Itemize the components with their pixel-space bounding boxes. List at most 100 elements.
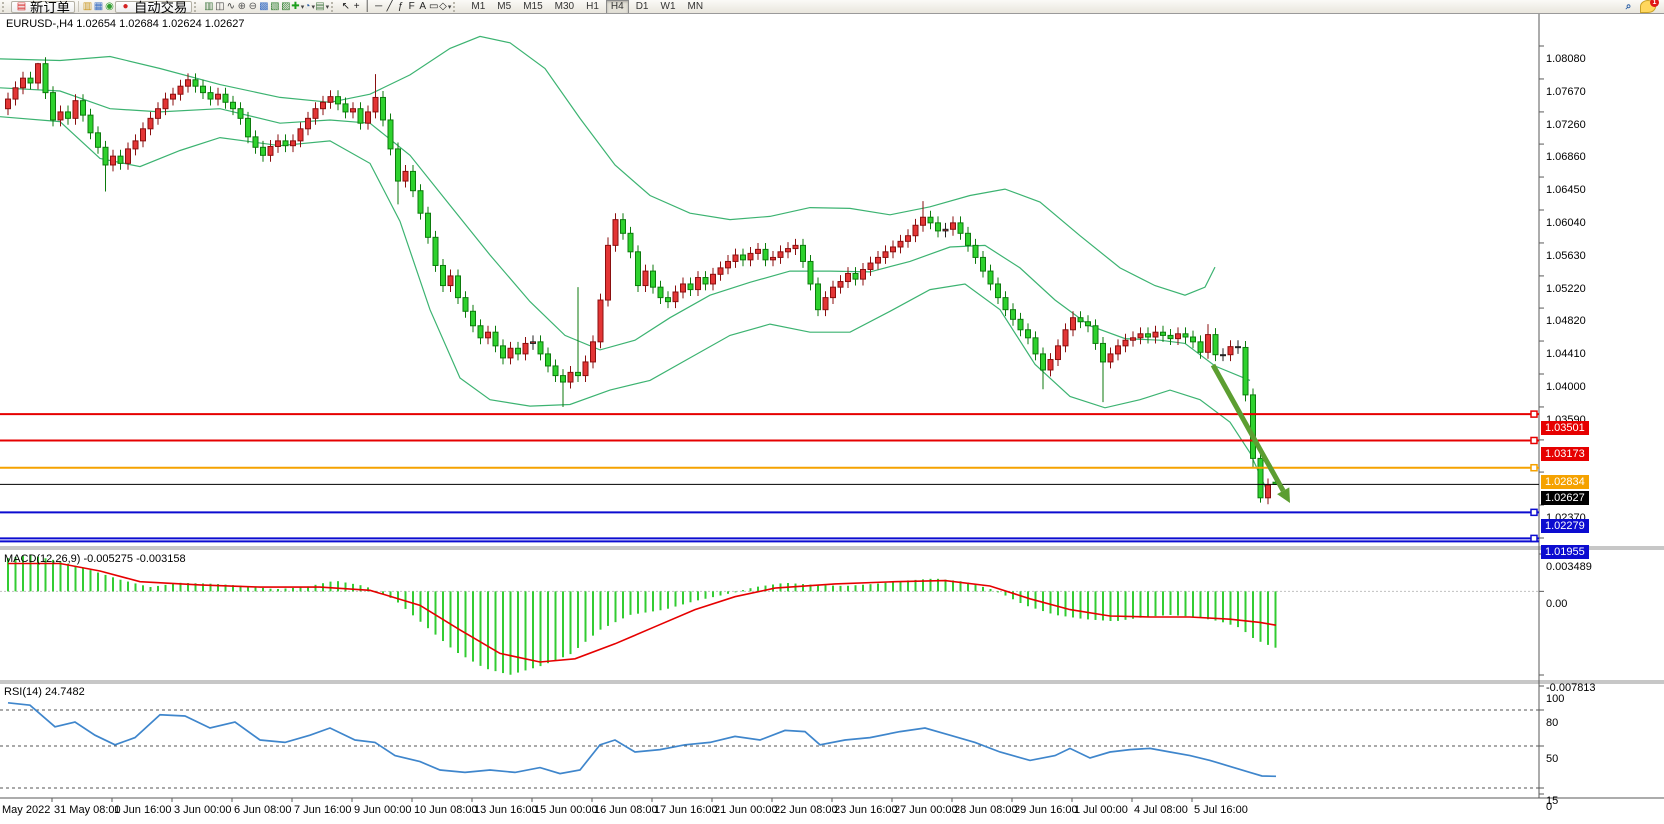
date-tick-label: 5 Jul 16:00	[1194, 804, 1248, 816]
price-line-label[interactable]: 1.02627	[1541, 491, 1589, 505]
horizontal-line-icon[interactable]: ─	[373, 1, 384, 12]
price-line-label[interactable]: 1.03173	[1541, 447, 1589, 461]
new-order-button[interactable]: ▤ 新订单	[11, 1, 75, 13]
timeframe-button-mn[interactable]: MN	[683, 0, 709, 14]
dropdown-arrow-icon[interactable]: ▾	[448, 4, 452, 11]
quotes-icon[interactable]: ▥	[82, 1, 93, 12]
toolbar-grip[interactable]	[2, 2, 9, 12]
rsi-tick-label: 50	[1546, 753, 1558, 765]
line-chart-icon[interactable]: ∿	[225, 1, 236, 12]
fibonacci-icon[interactable]: ƒ	[395, 1, 406, 12]
signals-icon[interactable]: ◉	[104, 1, 115, 12]
date-tick-label: 13 Jun 16:00	[474, 804, 538, 816]
timeframe-button-m15[interactable]: M15	[518, 0, 547, 14]
date-tick-label: 17 Jun 16:00	[654, 804, 718, 816]
timeframe-button-h1[interactable]: H1	[581, 0, 604, 14]
vertical-line-icon[interactable]: │	[362, 1, 373, 12]
date-tick-label: 28 Jun 08:00	[954, 804, 1018, 816]
price-tick-label: 1.05630	[1546, 250, 1586, 262]
drawing-toolbar-icons: ↖+│─╱ƒFA▭◇▾	[340, 1, 451, 12]
mt4-window: ▤ 新订单 ▥▦◉ ● 自动交易 ▥◫∿⊕⊖▩▧▨✚▾◔▾▤▾ ↖+│─╱ƒFA…	[0, 0, 1664, 824]
chart-canvas[interactable]	[0, 14, 1664, 824]
chart-shift-icon[interactable]: ▨	[280, 1, 291, 12]
price-tick-label: 1.06040	[1546, 217, 1586, 229]
text-icon[interactable]: A	[417, 1, 428, 12]
standard-toolbar-icons: ▥▦◉	[82, 1, 115, 12]
date-tick-label: 15 Jun 00:00	[534, 804, 598, 816]
macd-signal-line	[8, 564, 1276, 663]
notifications-icon[interactable]: 1	[1640, 0, 1656, 13]
price-line-label[interactable]: 1.02834	[1541, 475, 1589, 489]
rsi-tick-label: 0	[1546, 801, 1552, 813]
price-line-label[interactable]: 1.03501	[1541, 421, 1589, 435]
toolbar-separator	[78, 1, 79, 12]
toolbar-grip[interactable]	[194, 2, 201, 12]
chart-window[interactable]: EURUSD-,H4 1.02654 1.02684 1.02624 1.026…	[0, 14, 1664, 824]
trend-arrow[interactable]	[1213, 365, 1290, 503]
crosshair-icon[interactable]: +	[351, 1, 362, 12]
timeframe-button-h4[interactable]: H4	[606, 0, 629, 14]
main-toolbar: ▤ 新订单 ▥▦◉ ● 自动交易 ▥◫∿⊕⊖▩▧▨✚▾◔▾▤▾ ↖+│─╱ƒFA…	[0, 0, 1664, 14]
autotrading-button[interactable]: ● 自动交易	[115, 1, 192, 13]
timeframe-button-d1[interactable]: D1	[631, 0, 654, 14]
shapes-icon[interactable]: ◇▾	[439, 1, 451, 12]
date-tick-label: 23 Jun 16:00	[834, 804, 898, 816]
date-tick-label: 9 Jun 00:00	[354, 804, 412, 816]
price-tick-label: 1.06450	[1546, 184, 1586, 196]
date-tick-label: 6 Jun 08:00	[234, 804, 292, 816]
cursor-icon[interactable]: ↖	[340, 1, 351, 12]
timeframe-toolbar: M1M5M15M30H1H4D1W1MN	[466, 0, 708, 14]
macd-pane[interactable]	[0, 555, 1539, 675]
price-line-label[interactable]: 1.02279	[1541, 519, 1589, 533]
date-tick-label: 16 Jun 08:00	[594, 804, 658, 816]
label-icon[interactable]: ▭	[428, 1, 439, 12]
date-tick-label: 1 Jun 16:00	[114, 804, 172, 816]
price-tick-label: 1.07670	[1546, 86, 1586, 98]
period-icon[interactable]: ◔▾	[304, 1, 315, 12]
timeframe-button-m5[interactable]: M5	[492, 0, 516, 14]
candlestick-chart-icon[interactable]: ◫	[214, 1, 225, 12]
macd-indicator-label: MACD(12,26,9) -0.005275 -0.003158	[4, 553, 186, 565]
zoom-in-icon[interactable]: ⊕	[236, 1, 247, 12]
price-tick-label: 1.08080	[1546, 53, 1586, 65]
terminal-icon[interactable]: ▦	[93, 1, 104, 12]
date-tick-label: 29 Jun 16:00	[1014, 804, 1078, 816]
timeframe-button-m30[interactable]: M30	[550, 0, 579, 14]
price-line-label[interactable]: 1.01955	[1541, 545, 1589, 559]
zoom-out-icon[interactable]: ⊖	[247, 1, 258, 12]
macd-tick-label: 0.00	[1546, 598, 1567, 610]
chart-title: EURUSD-,H4 1.02654 1.02684 1.02624 1.026…	[6, 18, 245, 30]
timeframe-button-m1[interactable]: M1	[466, 0, 490, 14]
date-tick-label: 10 Jun 08:00	[414, 804, 478, 816]
macd-histogram	[7, 555, 1277, 675]
chart-toolbar-icons: ▥◫∿⊕⊖▩▧▨✚▾◔▾▤▾	[203, 1, 329, 12]
trendline-icon[interactable]: ╱	[384, 1, 395, 12]
toolbar-grip[interactable]	[453, 2, 460, 12]
timeframe-button-w1[interactable]: W1	[656, 0, 681, 14]
bar-chart-icon[interactable]: ▥	[203, 1, 214, 12]
notification-badge: 1	[1650, 0, 1659, 7]
candles	[6, 57, 1279, 504]
horizontal-price-lines[interactable]	[0, 411, 1539, 541]
price-tick-label: 1.04820	[1546, 315, 1586, 327]
price-tick-label: 1.06860	[1546, 151, 1586, 163]
main-price-pane[interactable]	[0, 36, 1539, 541]
date-tick-label: 21 Jun 00:00	[714, 804, 778, 816]
new-order-icon: ▤	[16, 1, 27, 12]
add-indicator-icon[interactable]: ✚▾	[291, 1, 304, 12]
macd-tick-label: 0.003489	[1546, 561, 1592, 573]
rsi-pane[interactable]	[0, 703, 1539, 788]
date-tick-label: 4 Jul 08:00	[1134, 804, 1188, 816]
price-tick-label: 1.04410	[1546, 348, 1586, 360]
rsi-tick-label: 100	[1546, 693, 1564, 705]
price-tick-label: 1.07260	[1546, 119, 1586, 131]
search-icon[interactable]: ⌕	[1623, 1, 1634, 12]
auto-scroll-icon[interactable]: ▧	[269, 1, 280, 12]
channel-icon[interactable]: F	[406, 1, 417, 12]
dropdown-arrow-icon[interactable]: ▾	[326, 4, 330, 11]
tile-windows-icon[interactable]: ▩	[258, 1, 269, 12]
template-icon[interactable]: ▤▾	[315, 1, 329, 12]
date-tick-label: 22 Jun 08:00	[774, 804, 838, 816]
toolbar-grip[interactable]	[331, 2, 338, 12]
date-tick-label: May 2022	[2, 804, 50, 816]
